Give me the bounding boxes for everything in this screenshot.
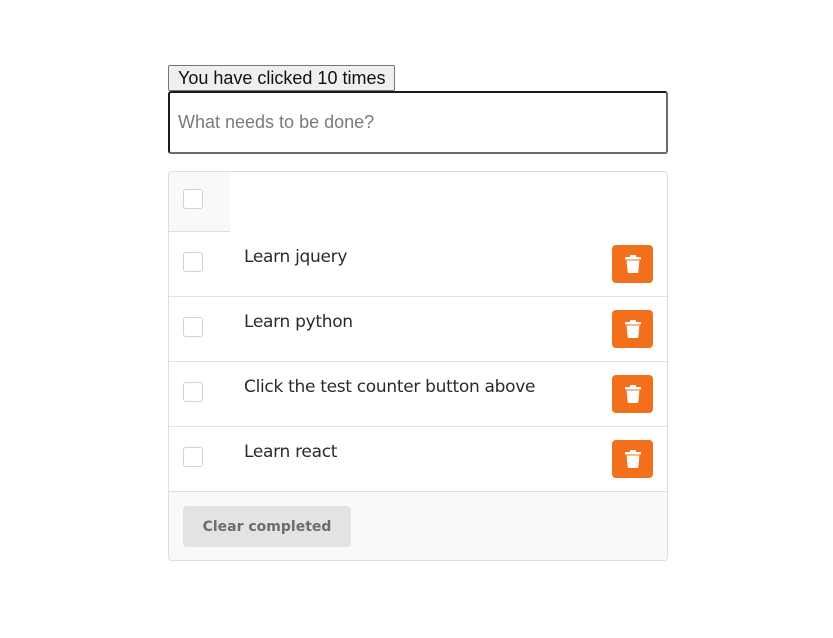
toggle-all-cell — [169, 172, 230, 232]
trash-icon — [624, 385, 641, 403]
trash-icon — [624, 255, 641, 273]
delete-button[interactable] — [612, 245, 653, 283]
trash-icon — [624, 320, 641, 338]
toggle-all-checkbox[interactable] — [183, 189, 203, 209]
todo-footer: Clear completed — [169, 491, 667, 560]
trash-icon — [624, 450, 641, 468]
todo-item: Click the test counter button above — [169, 362, 667, 427]
delete-button[interactable] — [612, 440, 653, 478]
todo-list-panel: Learn jquery Learn python Click the test… — [168, 171, 668, 561]
click-counter-button[interactable]: You have clicked 10 times — [168, 65, 396, 91]
todo-label: Learn jquery — [244, 247, 348, 267]
todo-item: Learn react — [169, 427, 667, 492]
todo-item: Learn jquery — [169, 232, 667, 297]
new-todo-input[interactable] — [168, 91, 668, 154]
todo-item: Learn python — [169, 297, 667, 362]
clear-completed-button[interactable]: Clear completed — [183, 506, 351, 547]
delete-button[interactable] — [612, 375, 653, 413]
todo-checkbox[interactable] — [183, 317, 203, 337]
todo-checkbox[interactable] — [183, 447, 203, 467]
toggle-all-row — [169, 172, 667, 232]
delete-button[interactable] — [612, 310, 653, 348]
todo-checkbox[interactable] — [183, 382, 203, 402]
todo-label: Click the test counter button above — [244, 377, 536, 397]
todo-checkbox[interactable] — [183, 252, 203, 272]
todo-label: Learn python — [244, 312, 353, 332]
todo-label: Learn react — [244, 442, 338, 462]
